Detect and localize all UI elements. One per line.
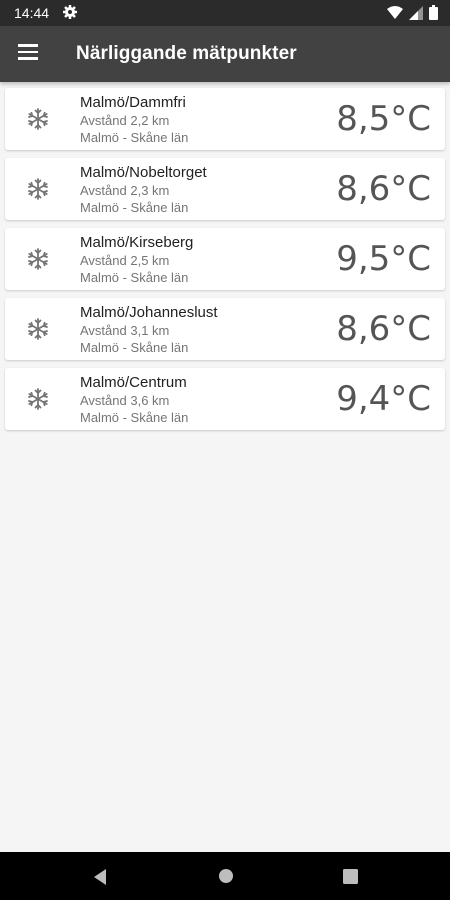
station-temperature: 9,5°C [336, 239, 431, 279]
station-region: Malmö - Skåne län [80, 200, 189, 215]
recent-apps-icon[interactable] [343, 869, 358, 889]
navigation-bar [0, 852, 450, 900]
home-icon[interactable] [218, 868, 234, 889]
station-name: Malmö/Centrum [80, 374, 187, 391]
back-icon[interactable] [92, 868, 108, 891]
battery-icon [429, 5, 438, 25]
station-distance: Avstånd 3,6 km [80, 393, 170, 408]
station-temperature: 9,4°C [336, 379, 431, 419]
station-distance: Avstånd 3,1 km [80, 323, 170, 338]
settings-gear-icon [62, 4, 78, 25]
station-name: Malmö/Johanneslust [80, 304, 218, 321]
station-name: Malmö/Kirseberg [80, 234, 194, 251]
app-bar: Närliggande mätpunkter [0, 26, 450, 82]
wifi-icon [387, 5, 403, 25]
station-list: Malmö/Dammfri Avstånd 2,2 km Malmö - Skå… [0, 88, 450, 438]
station-region: Malmö - Skåne län [80, 340, 189, 355]
station-distance: Avstånd 2,2 km [80, 113, 170, 128]
station-region: Malmö - Skåne län [80, 270, 189, 285]
signal-icon [409, 5, 423, 25]
snowflake-icon [26, 387, 50, 411]
station-temperature: 8,6°C [336, 169, 431, 209]
station-temperature: 8,5°C [336, 99, 431, 139]
snowflake-icon [26, 107, 50, 131]
station-card[interactable]: Malmö/Dammfri Avstånd 2,2 km Malmö - Skå… [5, 88, 445, 150]
menu-button[interactable] [16, 40, 44, 68]
snowflake-icon [26, 317, 50, 341]
station-card[interactable]: Malmö/Kirseberg Avstånd 2,5 km Malmö - S… [5, 228, 445, 290]
station-card[interactable]: Malmö/Johanneslust Avstånd 3,1 km Malmö … [5, 298, 445, 360]
snowflake-icon [26, 247, 50, 271]
station-region: Malmö - Skåne län [80, 130, 189, 145]
station-card[interactable]: Malmö/Nobeltorget Avstånd 2,3 km Malmö -… [5, 158, 445, 220]
status-time: 14:44 [14, 5, 50, 21]
snowflake-icon [26, 177, 50, 201]
page-title: Närliggande mätpunkter [76, 43, 297, 64]
station-region: Malmö - Skåne län [80, 410, 189, 425]
station-name: Malmö/Nobeltorget [80, 164, 207, 181]
station-card[interactable]: Malmö/Centrum Avstånd 3,6 km Malmö - Skå… [5, 368, 445, 430]
hamburger-icon [18, 44, 38, 47]
station-distance: Avstånd 2,5 km [80, 253, 170, 268]
station-distance: Avstånd 2,3 km [80, 183, 170, 198]
status-bar: 14:44 [0, 0, 450, 26]
station-temperature: 8,6°C [336, 309, 431, 349]
station-name: Malmö/Dammfri [80, 94, 186, 111]
